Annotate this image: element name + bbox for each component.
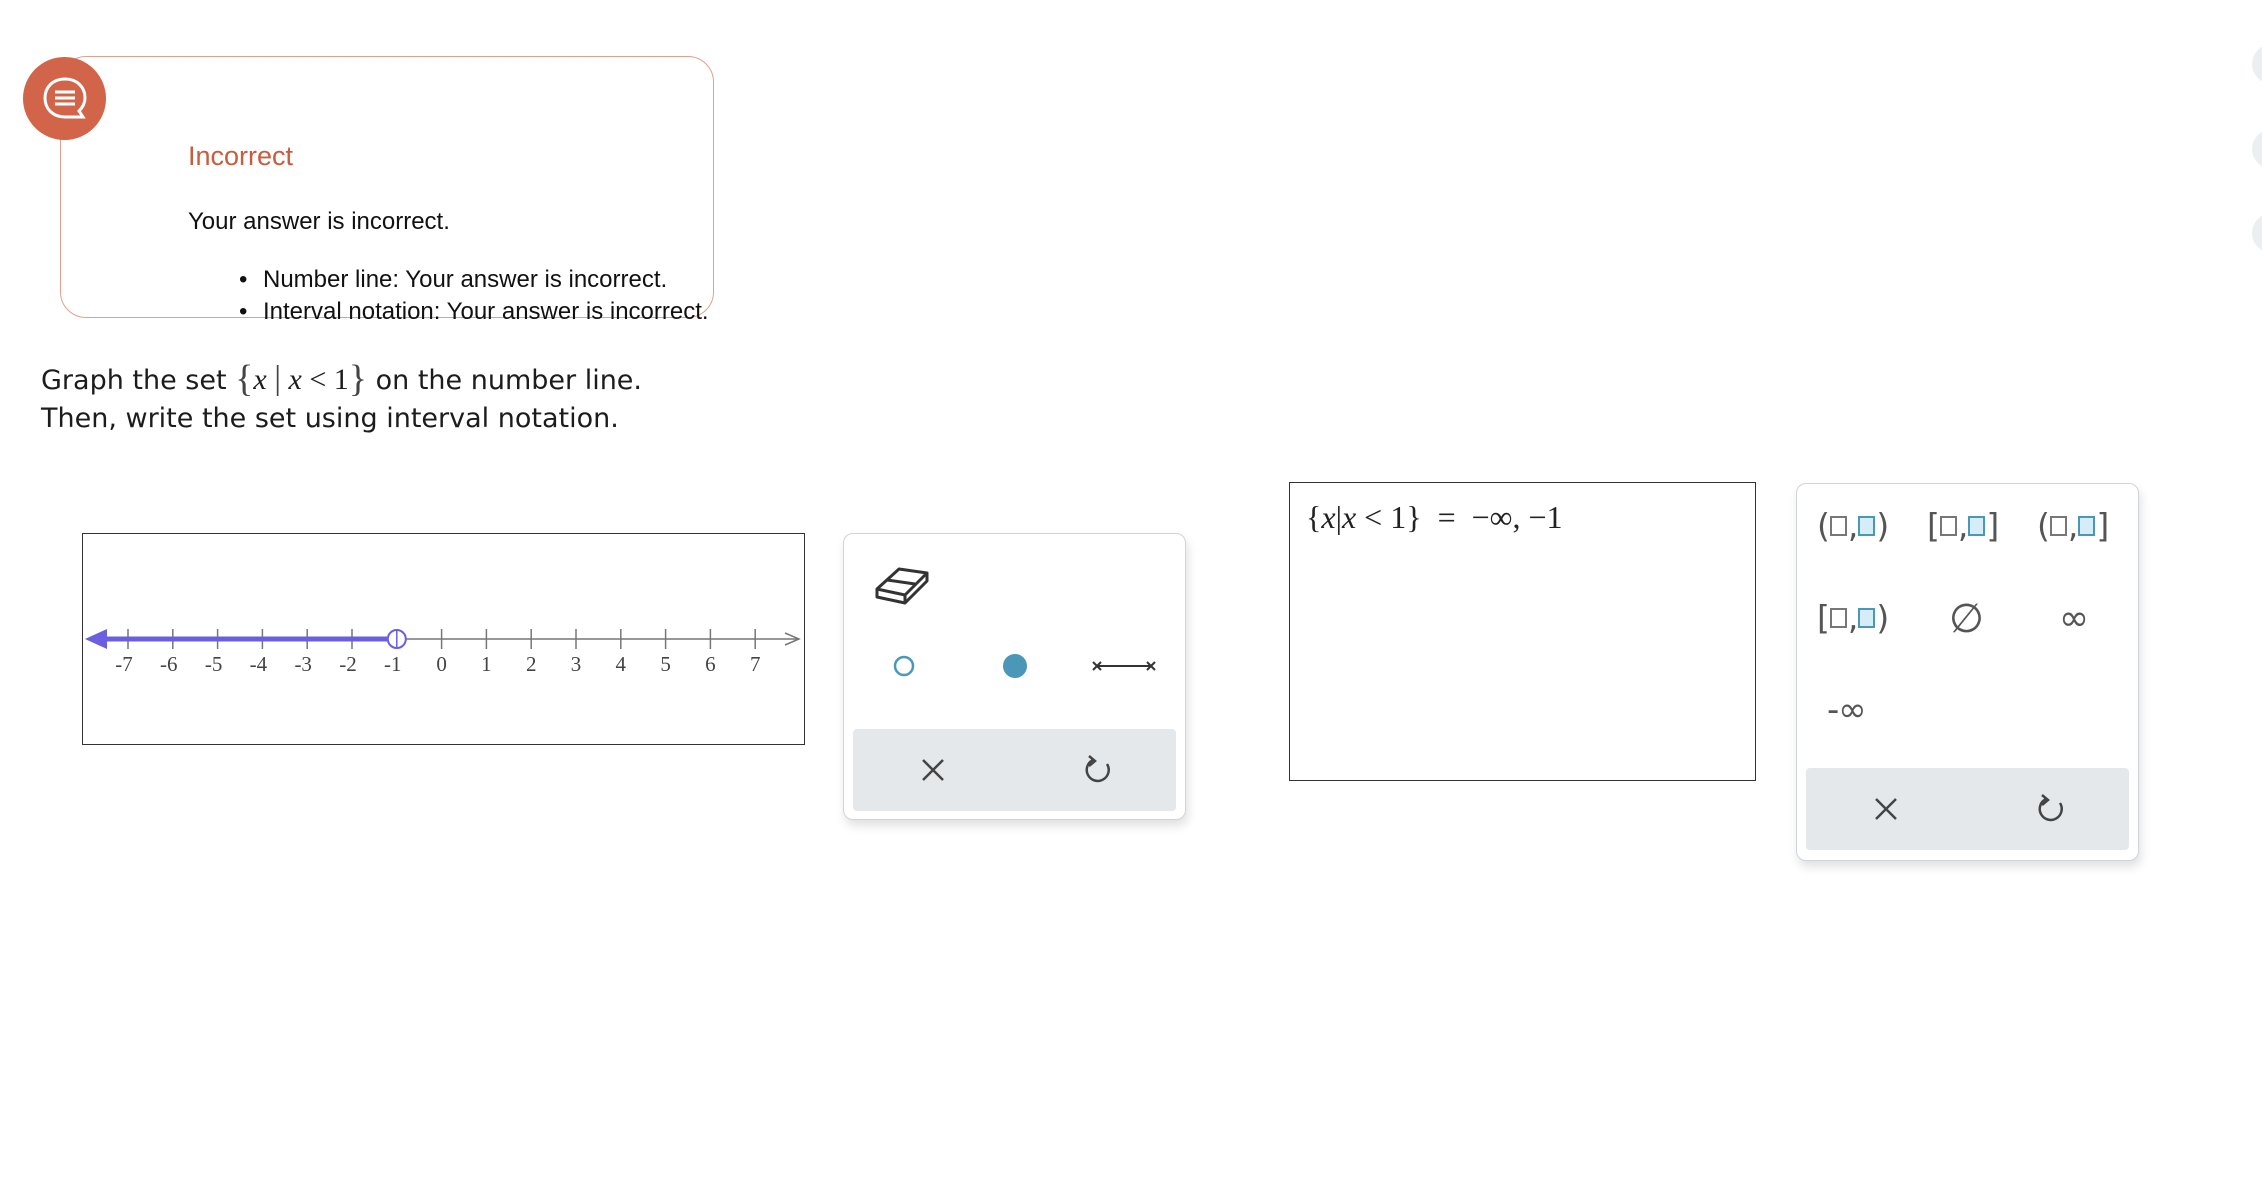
open-endpoint-tool[interactable] xyxy=(884,646,924,686)
tick-label: 3 xyxy=(571,652,582,676)
closed-open-interval-button[interactable]: [,) xyxy=(1817,598,1889,637)
closed-closed-interval-button[interactable]: [,] xyxy=(1927,506,1999,545)
answer-expression: {x|x < 1} = −∞, −1 xyxy=(1306,499,1563,536)
set-bound: 1 xyxy=(333,363,349,396)
bracket-left: ( xyxy=(1817,506,1830,545)
segment-tool[interactable] xyxy=(1089,646,1159,686)
bracket-left: ( xyxy=(2037,506,2050,545)
side-nav-dot[interactable] xyxy=(2252,44,2262,84)
feedback-title: Incorrect xyxy=(188,141,294,171)
set-cond-var: x xyxy=(288,363,302,396)
question-text: Graph the set {x | x < 1} on the number … xyxy=(41,360,642,438)
tick-label: -4 xyxy=(250,652,268,676)
feedback-message: Your answer is incorrect. xyxy=(188,208,450,235)
eraser-icon xyxy=(875,567,929,605)
answer-bound: 1 xyxy=(1390,499,1407,535)
tick-label: -3 xyxy=(294,652,312,676)
close-icon xyxy=(1875,798,1897,820)
chat-bubble-icon xyxy=(42,76,87,118)
open-circle-icon xyxy=(893,655,915,677)
segment-icon xyxy=(1092,661,1156,671)
placeholder-box xyxy=(1939,515,1957,536)
negative-infinity-icon: -∞ xyxy=(1827,690,1867,730)
comma: , xyxy=(1957,506,1968,545)
placeholder-box-active xyxy=(1858,607,1876,628)
comma: , xyxy=(1847,506,1858,545)
feedback-item-number-line: Number line: Your answer is incorrect. xyxy=(239,264,709,296)
number-line-toolbar xyxy=(843,533,1186,820)
bracket-right: ] xyxy=(2096,506,2109,545)
undo-icon xyxy=(2038,794,2063,822)
question-line-2: Then, write the set using interval notat… xyxy=(41,403,619,434)
close-icon xyxy=(922,759,944,781)
placeholder-box-active xyxy=(1968,515,1986,536)
tick-label: -6 xyxy=(160,652,178,676)
interval-toolbar-footer xyxy=(1806,768,2129,850)
set-var: x xyxy=(253,363,267,396)
placeholder-box xyxy=(1829,515,1847,536)
tick-label: 0 xyxy=(436,652,447,676)
placeholder-box xyxy=(2049,515,2067,536)
tick-label: 1 xyxy=(481,652,492,676)
undo-button[interactable] xyxy=(1068,745,1128,795)
empty-set-icon: ∅ xyxy=(1949,596,1984,642)
tick-label: -1 xyxy=(384,652,402,676)
eraser-tool[interactable] xyxy=(872,554,932,610)
clear-button[interactable] xyxy=(1856,784,1916,834)
tick-label: 7 xyxy=(750,652,761,676)
bracket-right: ) xyxy=(1876,506,1889,545)
tick-label: -5 xyxy=(205,652,223,676)
comma: , xyxy=(1847,598,1858,637)
tick-label: 4 xyxy=(616,652,627,676)
placeholder-box-active xyxy=(2078,515,2096,536)
feedback-list: Number line: Your answer is incorrect. I… xyxy=(239,264,709,328)
infinity-icon: ∞ xyxy=(2059,598,2089,639)
number-line-toolbar-footer xyxy=(853,729,1176,811)
filled-circle-icon xyxy=(1003,654,1027,678)
open-open-interval-button[interactable]: (,) xyxy=(1817,506,1889,545)
placeholder-box-active xyxy=(1858,515,1876,536)
question-suffix: on the number line. xyxy=(367,365,643,396)
closed-endpoint-tool[interactable] xyxy=(995,646,1035,686)
tick-label: 5 xyxy=(660,652,671,676)
negative-infinity-button[interactable]: -∞ xyxy=(1827,690,1867,730)
question-prefix: Graph the set xyxy=(41,365,236,396)
bracket-left: [ xyxy=(1927,506,1940,545)
feedback-card: Incorrect Your answer is incorrect. Numb… xyxy=(60,56,714,328)
placeholder-box xyxy=(1829,607,1847,628)
set-op: < xyxy=(309,363,327,396)
set-expression: {x | x < 1} xyxy=(235,358,368,400)
side-nav-dot[interactable] xyxy=(2252,129,2262,169)
side-nav-dot[interactable] xyxy=(2252,213,2262,253)
feedback-badge xyxy=(23,57,106,140)
undo-icon xyxy=(1085,755,1110,783)
answer-var: x xyxy=(1321,499,1336,535)
answer-cond-var: x xyxy=(1341,499,1357,535)
answer-open-brace: { xyxy=(1306,499,1322,535)
feedback-item-interval-notation: Interval notation: Your answer is incorr… xyxy=(239,296,709,328)
interval-answer-input[interactable]: {x|x < 1} = −∞, −1 xyxy=(1289,482,1756,781)
bracket-right: ] xyxy=(1986,506,1999,545)
tick-label: -7 xyxy=(115,652,133,676)
undo-button[interactable] xyxy=(2021,784,2081,834)
infinity-button[interactable]: ∞ xyxy=(2059,598,2089,639)
number-line-svg[interactable]: -7 -6 -5 -4 -3 -2 -1 0 1 2 3 4 5 6 7 xyxy=(83,534,806,746)
comma: , xyxy=(2067,506,2078,545)
interval-notation-toolbar: (,) [,] (,] [,) ∅ ∞ -∞ xyxy=(1796,483,2139,861)
number-line-graph[interactable]: -7 -6 -5 -4 -3 -2 -1 0 1 2 3 4 5 6 7 xyxy=(82,533,805,745)
tick-label: 6 xyxy=(705,652,716,676)
tick-label: 2 xyxy=(526,652,537,676)
clear-button[interactable] xyxy=(903,745,963,795)
answer-close-brace: } xyxy=(1406,499,1422,535)
open-closed-interval-button[interactable]: (,] xyxy=(2037,506,2109,545)
empty-set-button[interactable]: ∅ xyxy=(1949,596,1984,642)
question-line-1: Graph the set {x | x < 1} on the number … xyxy=(41,360,642,400)
answer-value: −∞, −1 xyxy=(1471,499,1563,535)
tick-label: -2 xyxy=(339,652,357,676)
answer-equals: = xyxy=(1437,499,1456,535)
bracket-right: ) xyxy=(1876,598,1889,637)
graphed-ray-arrow xyxy=(85,629,107,649)
bracket-left: [ xyxy=(1817,598,1830,637)
answer-op: < xyxy=(1364,499,1383,535)
